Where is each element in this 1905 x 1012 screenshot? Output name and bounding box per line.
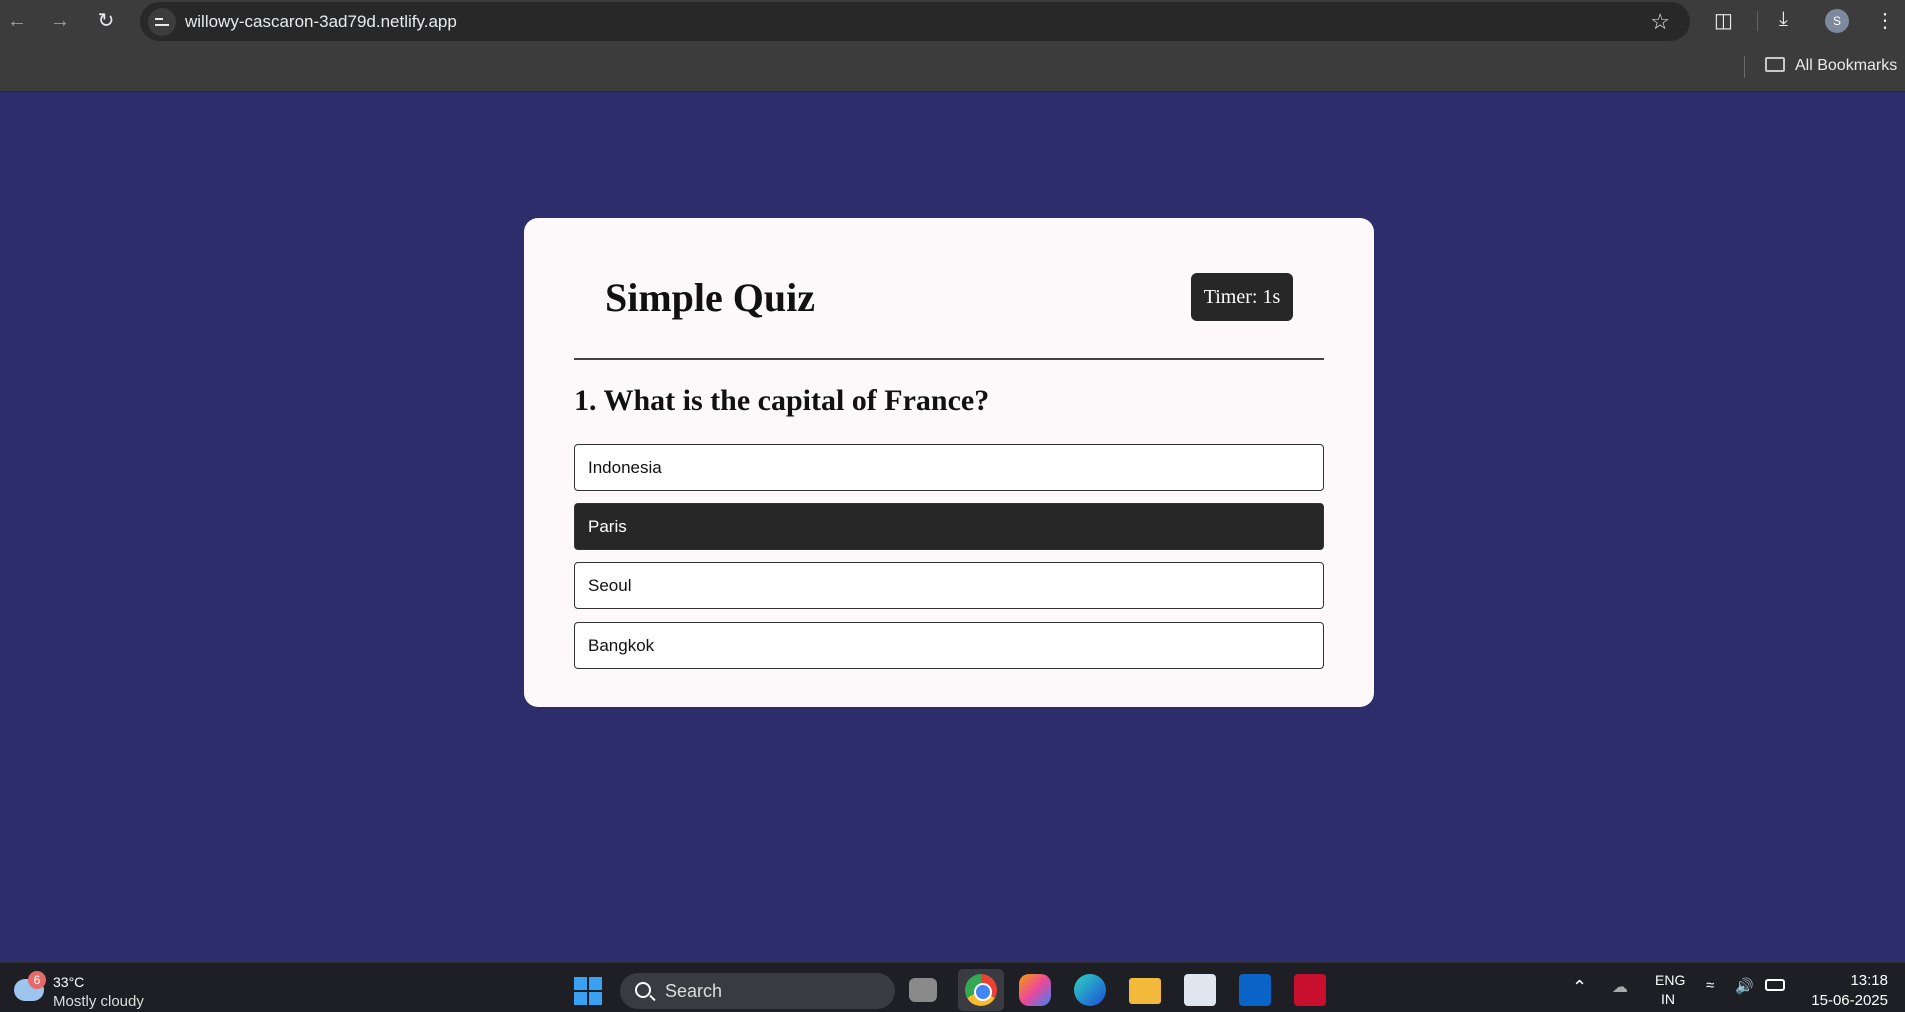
all-bookmarks-button[interactable]: All Bookmarks [1795, 57, 1897, 75]
question-text: 1. What is the capital of France? [574, 384, 990, 417]
weather-temperature[interactable]: 33°C [53, 974, 84, 990]
divider [574, 358, 1324, 360]
timer-badge: Timer: 1s [1191, 273, 1293, 321]
reload-icon[interactable]: ↻ [94, 9, 118, 33]
bookmarks-bar: All Bookmarks [0, 42, 1905, 92]
download-icon[interactable]: ⤓ [1779, 8, 1788, 31]
url-text[interactable]: willowy-cascaron-3ad79d.netlify.app [185, 12, 457, 32]
microsoft-store-icon[interactable] [1184, 974, 1216, 1006]
folder-icon [1765, 57, 1785, 72]
task-view-icon[interactable] [909, 978, 937, 1002]
language-indicator[interactable]: ENG [1655, 972, 1685, 988]
copilot-icon[interactable] [1019, 974, 1051, 1006]
clock-date[interactable]: 15-06-2025 [1805, 992, 1888, 1009]
file-explorer-icon[interactable] [1129, 978, 1161, 1004]
search-icon [635, 982, 651, 998]
dell-icon[interactable] [1239, 974, 1271, 1006]
language-region[interactable]: IN [1661, 991, 1675, 1007]
wifi-icon[interactable]: ≈ [1706, 977, 1714, 994]
chrome-icon[interactable] [965, 974, 997, 1006]
profile-avatar[interactable]: S [1825, 9, 1849, 33]
answer-option[interactable]: Seoul [574, 562, 1324, 609]
menu-kebab-icon[interactable]: ⋮ [1875, 8, 1895, 33]
clock-time[interactable]: 13:18 [1838, 972, 1888, 989]
volume-icon[interactable]: 🔊 [1735, 977, 1754, 995]
bookmark-star-icon[interactable]: ☆ [1650, 9, 1670, 35]
quiz-card: Simple Quiz Timer: 1s 1. What is the cap… [524, 218, 1374, 707]
address-bar[interactable]: willowy-cascaron-3ad79d.netlify.app ☆ [140, 2, 1690, 41]
taskbar: 6 33°C Mostly cloudy Search ⌃ ☁ ENG IN ≈… [0, 962, 1905, 1012]
weather-description[interactable]: Mostly cloudy [53, 993, 144, 1010]
quiz-title: Simple Quiz [605, 275, 816, 320]
forward-arrow-icon[interactable]: → [48, 9, 72, 33]
onedrive-icon[interactable]: ☁ [1612, 977, 1628, 997]
answer-option-selected[interactable]: Paris [574, 503, 1324, 550]
chevron-up-icon[interactable]: ⌃ [1572, 977, 1587, 998]
edge-icon[interactable] [1074, 974, 1106, 1006]
site-info-icon[interactable] [148, 8, 176, 36]
answer-option[interactable]: Bangkok [574, 622, 1324, 669]
answer-option[interactable]: Indonesia [574, 444, 1324, 491]
mcafee-icon[interactable] [1294, 974, 1326, 1006]
taskbar-search[interactable]: Search [620, 973, 895, 1009]
browser-toolbar: ← → ↻ willowy-cascaron-3ad79d.netlify.ap… [0, 0, 1905, 42]
back-arrow-icon[interactable]: ← [5, 9, 29, 33]
weather-badge: 6 [28, 971, 46, 989]
search-label: Search [665, 981, 723, 1001]
extensions-icon[interactable]: ◫ [1714, 8, 1733, 33]
windows-start-icon[interactable] [574, 977, 602, 1005]
battery-icon[interactable] [1765, 979, 1785, 991]
